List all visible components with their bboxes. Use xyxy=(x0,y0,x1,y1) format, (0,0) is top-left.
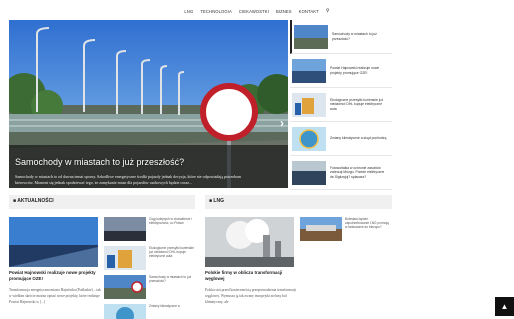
list-item[interactable]: Zmiany klimatyczne a xyxy=(104,304,194,319)
featured-item-title[interactable]: Fotowoltaika w ochronie zasobów zwierząt… xyxy=(330,166,388,179)
list-item[interactable]: Bolesław będzie zapotrzebowanie LNG prom… xyxy=(300,217,392,241)
featured-thumbnail xyxy=(292,160,326,185)
list-thumbnail xyxy=(104,217,146,241)
aktualnosci-main-excerpt: Transformacja energetyczna miasta Hajnów… xyxy=(9,288,101,304)
featured-item[interactable]: Powiat Hajnowski realizuje nowe projekty… xyxy=(290,54,392,88)
section-header-lng[interactable]: ■ LNG xyxy=(205,195,392,209)
back-to-top-button[interactable]: ▲ xyxy=(495,297,514,316)
section-title: LNG xyxy=(213,198,224,204)
featured-item[interactable]: Samochody w miastach to już przeszłość? xyxy=(290,20,392,54)
featured-item[interactable]: Zmiany klimatyczne a skąd pochodzą xyxy=(290,122,392,156)
list-item-title[interactable]: Ciąg kolejnych w charakterze i elektrycz… xyxy=(149,217,194,246)
lng-main-image[interactable] xyxy=(205,217,294,267)
list-item-title[interactable]: Ekologiczne przesyłki kurierskie już nie… xyxy=(149,246,194,275)
featured-thumbnail xyxy=(292,92,326,117)
nav-item-ciekawostki[interactable]: CIEKAWOSTKI xyxy=(239,9,269,14)
lng-main-excerpt: Polska stoi przed koniecznością przeprow… xyxy=(205,288,297,304)
arrow-up-icon: ▲ xyxy=(500,302,509,311)
featured-item-title[interactable]: Samochody w miastach to już przeszłość? xyxy=(332,32,390,40)
featured-item-title[interactable]: Ekologiczne przesyłki kurierskie już nie… xyxy=(330,98,388,111)
featured-item-title[interactable]: Powiat Hajnowski realizuje nowe projekty… xyxy=(330,66,388,74)
list-item-title[interactable]: Samochody w miastach to już przeszłość? xyxy=(149,275,194,304)
list-item-title[interactable]: Zmiany klimatyczne a xyxy=(149,304,180,319)
section-title: AKTUALNOŚCI xyxy=(17,198,54,204)
nav-item-kontakt[interactable]: KONTAKT xyxy=(299,9,319,14)
featured-item-title[interactable]: Zmiany klimatyczne a skąd pochodzą xyxy=(330,136,388,140)
list-thumbnail xyxy=(104,304,146,319)
search-icon[interactable]: ⚲ xyxy=(326,9,330,14)
featured-item[interactable]: Ekologiczne przesyłki kurierskie już nie… xyxy=(290,88,392,122)
chevron-right-icon[interactable]: › xyxy=(280,116,284,130)
featured-list: Samochody w miastach to już przeszłość? … xyxy=(290,20,392,190)
list-item[interactable]: Samochody w miastach to już przeszłość? xyxy=(104,275,194,304)
nav-item-technologia[interactable]: TECHNOLOGIA xyxy=(200,9,232,14)
hero-title[interactable]: Samochody w miastach to już przeszłość? xyxy=(15,157,184,167)
list-item[interactable]: Ciąg kolejnych w charakterze i elektrycz… xyxy=(104,217,194,246)
featured-thumbnail xyxy=(292,126,326,151)
lng-main-title[interactable]: Polskie firmy w obliczu transformacji wę… xyxy=(205,270,297,281)
list-thumbnail xyxy=(104,246,146,270)
hero-slider[interactable]: Samochody w miastach to już przeszłość? … xyxy=(9,20,288,188)
top-navigation: LNG TECHNOLOGIA CIEKAWOSTKI BIZNES KONTA… xyxy=(0,9,514,15)
hero-excerpt: Samochody w miastach to od dawna temat s… xyxy=(15,174,242,185)
aktualnosci-main-title[interactable]: Powiat Hajnowski realizuje nowe projekty… xyxy=(9,270,101,281)
list-thumbnail xyxy=(104,275,146,299)
section-header-aktualnosci[interactable]: ■ AKTUALNOŚCI xyxy=(9,195,195,209)
featured-item[interactable]: Fotowoltaika w ochronie zasobów zwierząt… xyxy=(290,156,392,190)
nav-item-biznes[interactable]: BIZNES xyxy=(276,9,292,14)
featured-thumbnail xyxy=(294,24,328,49)
list-item[interactable]: Ekologiczne przesyłki kurierskie już nie… xyxy=(104,246,194,275)
list-item-title[interactable]: Bolesław będzie zapotrzebowanie LNG prom… xyxy=(345,217,392,241)
featured-thumbnail xyxy=(292,58,326,83)
aktualnosci-side-list: Ciąg kolejnych w charakterze i elektrycz… xyxy=(104,217,194,319)
list-thumbnail xyxy=(300,217,342,241)
nav-item-lng[interactable]: LNG xyxy=(184,9,193,14)
aktualnosci-main-image[interactable] xyxy=(9,217,98,267)
